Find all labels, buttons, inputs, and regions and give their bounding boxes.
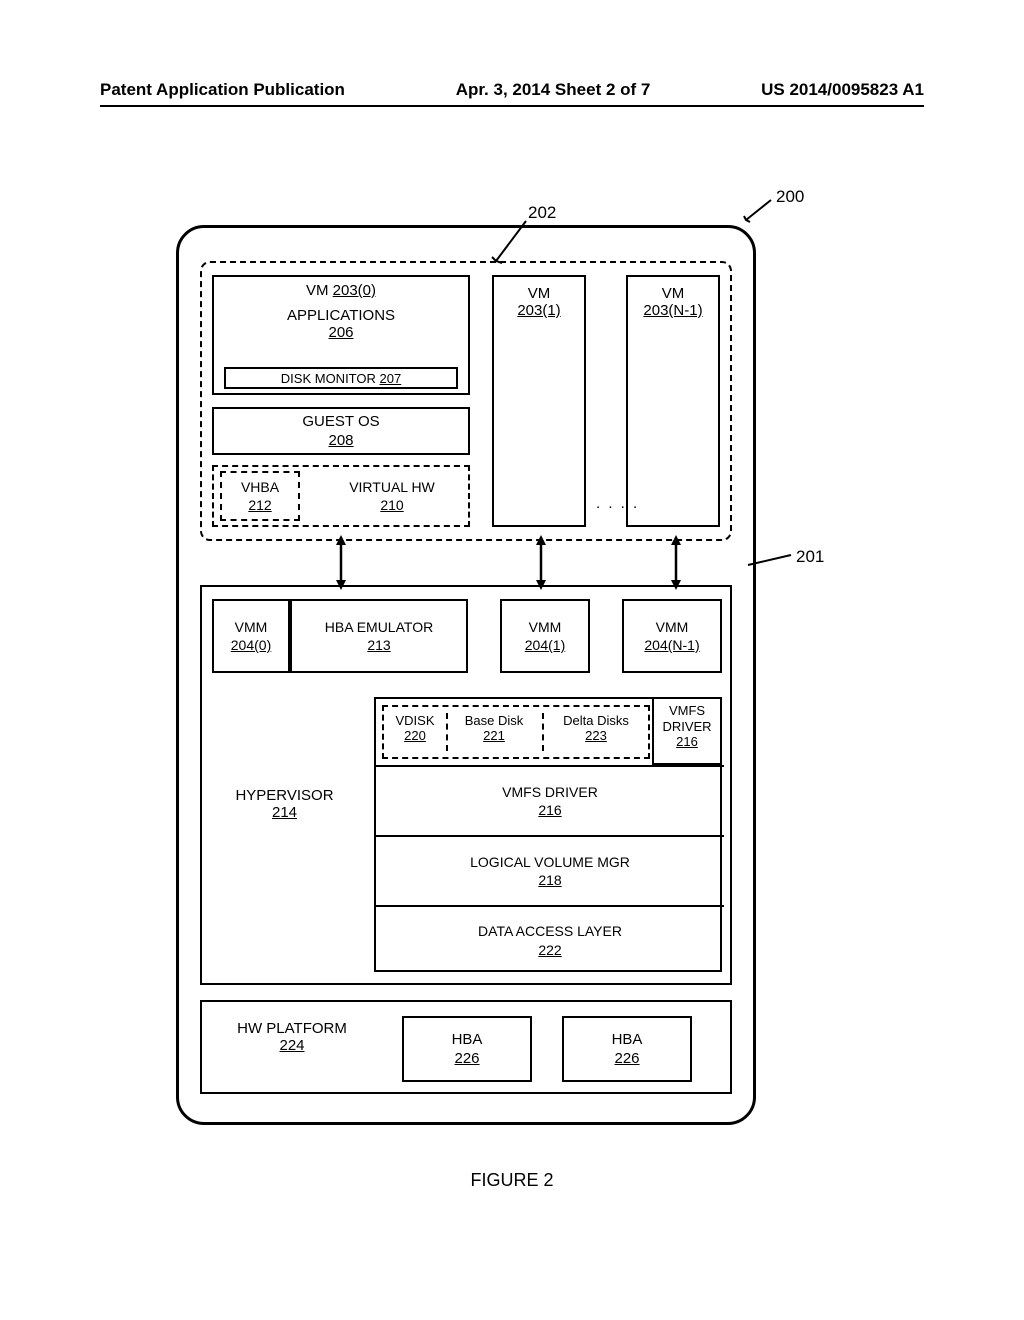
- hyp-ref: 214: [272, 804, 297, 821]
- deltadisks-title: Delta Disks: [563, 713, 629, 728]
- dal-ref: 222: [538, 941, 561, 959]
- vm0-title-ref: 203(0): [333, 282, 376, 299]
- header-right: US 2014/0095823 A1: [761, 80, 924, 100]
- vhw-title: VIRTUAL HW: [349, 478, 435, 496]
- vhba-box: VHBA 212: [220, 471, 300, 521]
- vmfs-row-ref: 216: [538, 801, 561, 819]
- arrow-vm1-vmm1: [526, 535, 556, 590]
- hba-box-2: HBA 226: [562, 1016, 692, 1082]
- vm1-ref: 203(1): [517, 302, 560, 319]
- dal-title: DATA ACCESS LAYER: [478, 922, 622, 940]
- vmmN-ref: 204(N-1): [644, 636, 699, 654]
- arrow-vm0-vmm0: [326, 535, 356, 590]
- hba1-title: HBA: [452, 1030, 483, 1050]
- vm0-guest: GUEST OS: [302, 412, 379, 432]
- vmm-0: VMM 204(0): [212, 599, 290, 673]
- vmfs-side-ref: 216: [676, 734, 698, 749]
- vdisk-dashed: VDISK 220 Base Disk 221 Delta Disks 223: [382, 705, 650, 759]
- vm0-dm: DISK MONITOR: [281, 371, 376, 386]
- vmN-ref: 203(N-1): [643, 302, 702, 319]
- vhba-ref: 212: [248, 496, 271, 514]
- page: Patent Application Publication Apr. 3, 2…: [0, 0, 1024, 1320]
- hwplat-title: HW PLATFORM: [237, 1020, 347, 1037]
- disk-monitor-box: DISK MONITOR 207: [224, 367, 458, 389]
- callout-201: 201: [796, 547, 824, 567]
- vhw-ref: 210: [380, 496, 403, 514]
- arrow-vmN-vmmN: [661, 535, 691, 590]
- hw-platform-label: HW PLATFORM 224: [202, 1020, 382, 1054]
- vdisk-ref: 220: [404, 728, 426, 743]
- hw-platform-box: HW PLATFORM 224 HBA 226 HBA 226: [200, 1000, 732, 1094]
- hba1-ref: 226: [454, 1049, 479, 1069]
- vm0-title: VM: [306, 282, 329, 299]
- guest-os-box: GUEST OS 208: [212, 407, 470, 455]
- hbaemu-ref: 213: [367, 636, 390, 654]
- dal-row: DATA ACCESS LAYER 222: [376, 905, 724, 974]
- hypervisor-label: HYPERVISOR 214: [202, 787, 367, 821]
- hyp-title: HYPERVISOR: [235, 787, 333, 804]
- header-center: Apr. 3, 2014 Sheet 2 of 7: [456, 80, 651, 100]
- hbaemu-title: HBA EMULATOR: [325, 618, 433, 636]
- header-rule: [100, 105, 924, 107]
- callout-202: 202: [528, 203, 556, 223]
- lvm-title: LOGICAL VOLUME MGR: [470, 853, 630, 871]
- vm-1: VM 203(1): [492, 275, 586, 527]
- vm0-apps: APPLICATIONS: [287, 307, 395, 324]
- right-stack: VDISK 220 Base Disk 221 Delta Disks 223 …: [374, 697, 722, 972]
- diagram: 200 202 201 VM 203(0) APPLICATIONS 206: [176, 225, 756, 1125]
- vmfs-driver-row: VMFS DRIVER 216: [376, 765, 724, 835]
- vmm-1: VMM 204(1): [500, 599, 590, 673]
- vdisk-title: VDISK: [395, 713, 434, 728]
- vhba-title: VHBA: [241, 478, 279, 496]
- vmm-n: VMM 204(N-1): [622, 599, 722, 673]
- figure-caption: FIGURE 2: [0, 1170, 1024, 1191]
- virtual-hw-label: VIRTUAL HW 210: [322, 471, 462, 521]
- lvm-row: LOGICAL VOLUME MGR 218: [376, 835, 724, 905]
- vmfs-driver-side: VMFSDRIVER 216: [652, 699, 720, 765]
- vmm0-title: VMM: [235, 618, 268, 636]
- vm0-dm-ref: 207: [380, 371, 402, 386]
- header-left: Patent Application Publication: [100, 80, 345, 100]
- vmm1-ref: 204(1): [525, 636, 565, 654]
- hba-emulator-box: HBA EMULATOR 213: [290, 599, 468, 673]
- vmmN-title: VMM: [656, 618, 689, 636]
- basedisk-ref: 221: [483, 728, 505, 743]
- basedisk-title: Base Disk: [465, 713, 524, 728]
- vm-n: VM 203(N-1): [626, 275, 720, 527]
- callout-200: 200: [776, 187, 804, 207]
- vmm0-ref: 204(0): [231, 636, 271, 654]
- deltadisks-ref: 223: [585, 728, 607, 743]
- hba-box-1: HBA 226: [402, 1016, 532, 1082]
- hwplat-ref: 224: [279, 1037, 304, 1054]
- vmfs-row-title: VMFS DRIVER: [502, 783, 598, 801]
- vm-0: VM 203(0) APPLICATIONS 206 DISK MONITOR …: [212, 275, 470, 527]
- vm0-apps-ref: 206: [328, 324, 353, 341]
- vm0-guest-ref: 208: [328, 431, 353, 451]
- ellipsis: . . . .: [596, 495, 639, 512]
- vmN-title: VM: [662, 285, 685, 302]
- hba2-title: HBA: [612, 1030, 643, 1050]
- page-header: Patent Application Publication Apr. 3, 2…: [0, 80, 1024, 100]
- vmm1-title: VMM: [529, 618, 562, 636]
- hba2-ref: 226: [614, 1049, 639, 1069]
- hypervisor-box: VMM 204(0) HBA EMULATOR 213 VMM 204(1) V…: [200, 585, 732, 985]
- vm1-title: VM: [528, 285, 551, 302]
- lvm-ref: 218: [538, 871, 561, 889]
